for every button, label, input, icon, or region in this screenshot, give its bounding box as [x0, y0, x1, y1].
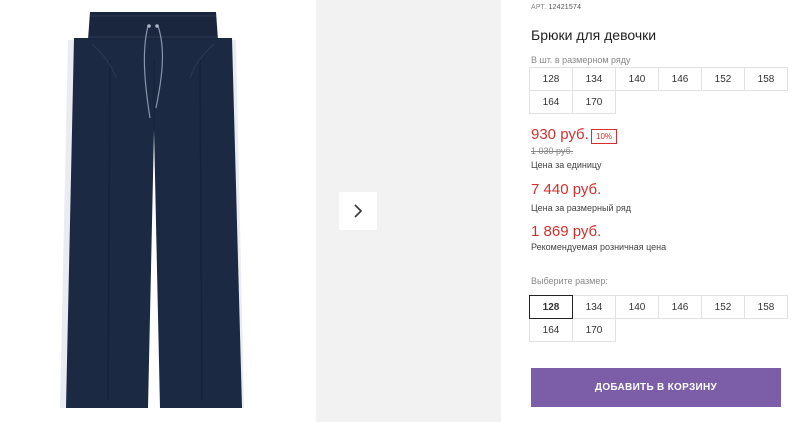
discount-badge: 10%	[591, 129, 618, 144]
pack-size-cell: 164	[529, 90, 573, 114]
size-option[interactable]: 170	[572, 318, 616, 342]
article-label: АРТ.	[531, 4, 547, 11]
product-image	[60, 12, 244, 408]
size-option[interactable]: 134	[572, 295, 616, 319]
pack-sizes-label: В шт. в размерном ряду	[531, 55, 631, 65]
article-code: 12421574	[548, 4, 582, 11]
article-number: АРТ. 12421574	[531, 4, 581, 11]
retail-price-caption: Рекомендуемая розничная цена	[531, 242, 667, 252]
pack-size-cell: 134	[572, 67, 616, 91]
size-option[interactable]: 164	[529, 318, 573, 342]
unit-price-caption: Цена за единицу	[531, 160, 602, 170]
size-select-grid: 128 134 140 146 152 158 164 170	[529, 295, 788, 342]
pack-size-cell: 140	[615, 67, 659, 91]
add-to-cart-button[interactable]: ДОБАВИТЬ В КОРЗИНУ	[531, 368, 781, 407]
chevron-right-icon	[354, 204, 363, 218]
size-option[interactable]: 158	[744, 295, 788, 319]
retail-price: 1 869 руб.	[531, 223, 602, 240]
size-option-selected[interactable]: 128	[529, 295, 573, 319]
product-gallery	[0, 0, 520, 422]
product-title: Брюки для девочки	[531, 27, 657, 43]
pack-size-cell: 152	[701, 67, 745, 91]
pack-size-cell: 128	[529, 67, 573, 91]
row-price: 7 440 руб.	[531, 181, 602, 198]
pack-size-cell: 158	[744, 67, 788, 91]
pack-sizes-grid: 128 134 140 146 152 158 164 170	[529, 67, 788, 114]
size-select-label: Выберите размер:	[531, 276, 608, 286]
unit-price: 930 руб.	[531, 126, 589, 143]
old-price: 1 030 руб.	[531, 146, 574, 156]
size-option[interactable]: 146	[658, 295, 702, 319]
size-option[interactable]: 140	[615, 295, 659, 319]
size-option[interactable]: 152	[701, 295, 745, 319]
row-price-caption: Цена за размерный ряд	[531, 203, 632, 213]
pack-size-cell: 146	[658, 67, 702, 91]
gallery-next-button[interactable]	[339, 192, 377, 230]
pack-size-cell: 170	[572, 90, 616, 114]
